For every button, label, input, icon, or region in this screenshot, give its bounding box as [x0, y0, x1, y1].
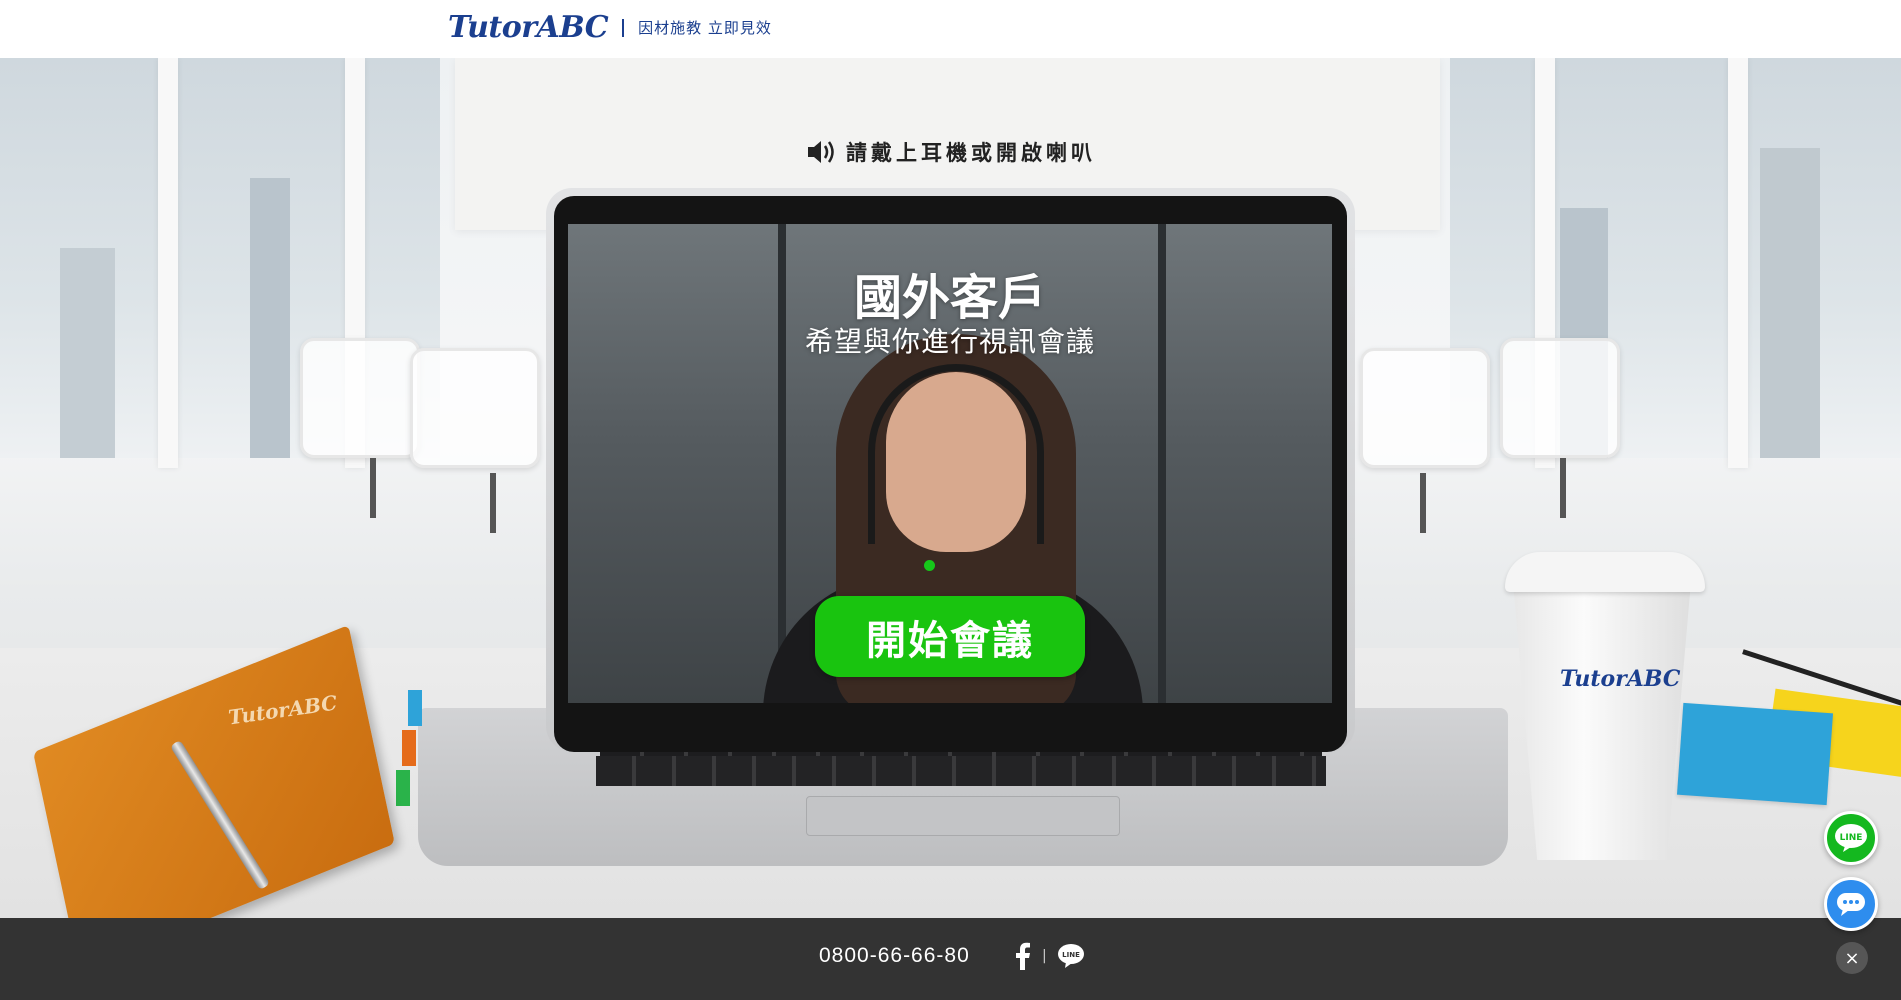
chair-leg [490, 473, 496, 533]
laptop-keyboard [596, 756, 1326, 786]
line-icon[interactable]: LINE [1057, 942, 1085, 970]
social-separator: | [1042, 948, 1047, 964]
window-frame [1728, 58, 1748, 468]
sticky-notes [1676, 702, 1834, 806]
office-chair [410, 348, 540, 468]
office-chair [300, 338, 420, 458]
line-icon-label: LINE [1840, 833, 1863, 843]
close-icon[interactable]: × [1836, 942, 1868, 974]
chat-float-button[interactable] [1824, 877, 1878, 931]
speaker-icon [808, 141, 834, 163]
headset-icon [868, 364, 1044, 544]
notebook-tab [408, 690, 422, 726]
office-chair [1500, 338, 1620, 458]
phone-number[interactable]: 0800-66-66-80 [819, 944, 970, 968]
chair-leg [1560, 458, 1566, 518]
window-frame [158, 58, 178, 468]
brand: TutorABC 因材施教 立即見效 [448, 10, 772, 45]
start-meeting-button[interactable]: 開始會議 [815, 596, 1085, 677]
brand-divider [622, 18, 625, 37]
chair-leg [370, 458, 376, 518]
speaker-prompt-text: 請戴上耳機或開啟喇叭 [846, 141, 1096, 165]
chat-bubble-icon [1837, 893, 1865, 916]
city-building [1760, 148, 1820, 458]
city-building [250, 178, 290, 458]
cup-logo: TutorABC [1560, 666, 1681, 692]
notebook-tab [396, 770, 410, 806]
brand-slogan: 因材施教 立即見效 [638, 19, 772, 37]
social-links: | LINE [1014, 942, 1085, 970]
screen-title: 國外客戶 [853, 270, 1046, 326]
chair-leg [1420, 473, 1426, 533]
office-chair [1360, 348, 1490, 468]
coffee-cup [1512, 570, 1692, 860]
line-icon-label: LINE [1062, 951, 1080, 959]
camera-indicator [924, 560, 935, 571]
speaker-prompt: 請戴上耳機或開啟喇叭 [806, 137, 1096, 167]
tutorabc-logo[interactable]: TutorABC [448, 10, 609, 45]
line-icon: LINE [1835, 824, 1867, 852]
notebook-tab [402, 730, 416, 766]
footer-bar: 0800-66-66-80 | LINE × [0, 918, 1901, 1000]
site-header: TutorABC 因材施教 立即見效 [0, 0, 1901, 58]
line-float-button[interactable]: LINE [1824, 811, 1878, 865]
city-building [60, 248, 115, 458]
laptop-trackpad [806, 796, 1120, 836]
screen-subtitle: 希望與你進行視訊會議 [804, 325, 1095, 358]
coffee-cup-lid [1505, 552, 1705, 592]
facebook-icon[interactable] [1014, 942, 1032, 970]
